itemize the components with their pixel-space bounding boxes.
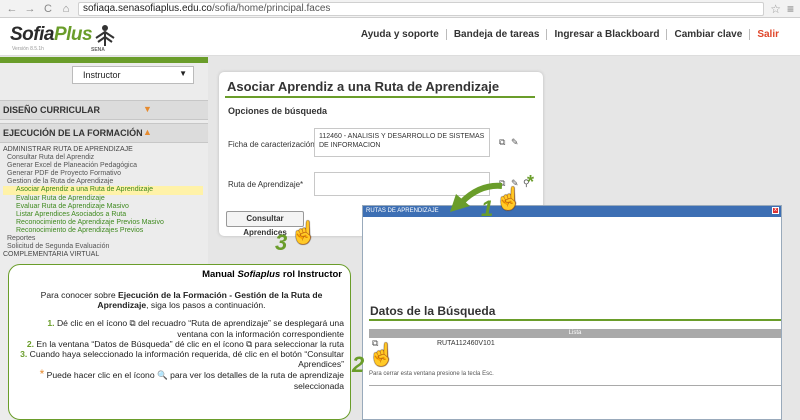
address-bar[interactable]: sofiaqa.senasofiaplus.edu.co /sofia/home… [78, 1, 765, 16]
clean-brush-icon[interactable]: ✎ [511, 137, 519, 148]
step-2-desc: En la ventana “Datos de Búsqueda” dé cli… [34, 338, 344, 349]
logo-main: Sofia [10, 24, 54, 45]
sidebar-item[interactable]: Solicitud de Segunda Evaluación [3, 243, 203, 251]
pointer-hand-icon: ☝ [290, 220, 318, 245]
step-3-desc: Cuando haya seleccionado la información … [27, 349, 344, 370]
pointer-hand-icon: ☝ [368, 342, 396, 367]
role-select[interactable]: Instructor ▼ [72, 66, 194, 84]
back-icon[interactable]: ← [6, 3, 18, 15]
url-path: /sofia/home/principal.faces [211, 3, 331, 14]
logo-plus: Plus [53, 24, 93, 45]
ficha-field[interactable]: 112460 - ANALISIS Y DESARROLLO DE SISTEM… [314, 128, 490, 157]
bookmark-star-icon[interactable]: ☆ [770, 2, 781, 16]
popup-title: RUTAS DE APRENDIZAJE [366, 208, 439, 214]
ruta-value: RUTA112460V101 [437, 340, 495, 347]
app-header: SofiaPlus Versión 8.5.1h SENA Ayuda y so… [0, 18, 800, 56]
top-menu: Ayuda y soporte Bandeja de tareas Ingres… [354, 29, 786, 40]
step-3-text: 3. Cuando haya seleccionado la informaci… [19, 349, 344, 369]
menu-bandeja[interactable]: Bandeja de tareas [445, 29, 547, 40]
table-row[interactable]: ⧉ RUTA112460V101 [369, 338, 781, 350]
section-ejecucion-label: EJECUCIÓN DE LA FORMACIÓN [3, 128, 143, 138]
sidebar-item[interactable]: Evaluar Ruta de Aprendizaje [3, 195, 203, 203]
role-select-value: Instructor [83, 70, 121, 80]
sidebar-item[interactable]: Generar PDF de Proyecto Formativo [3, 170, 203, 178]
sidebar-menu-list: ADMINISTRAR RUTA DE APRENDIZAJE Consultar… [3, 146, 203, 259]
ficha-label: Ficha de caracterización* [228, 140, 318, 149]
title-divider [225, 96, 535, 98]
asterisk-marker: * [527, 172, 535, 192]
sidebar-item[interactable]: Consultar Ruta del Aprendiz [3, 154, 203, 162]
popup-titlebar: RUTAS DE APRENDIZAJE x [363, 206, 781, 217]
home-icon[interactable]: ⌂ [60, 3, 72, 15]
step-1-marker: 1 [481, 196, 494, 221]
sena-logo-icon [95, 25, 115, 46]
note-desc: Puede hacer clic en el ícono 🔍 para ver … [44, 370, 344, 391]
sidebar-item[interactable]: Reportes [3, 235, 203, 243]
esc-note: Para cerrar esta ventana presione la tec… [369, 371, 494, 377]
sidebar-section-diseno[interactable]: DISEÑO CURRICULAR ▼ [0, 100, 208, 120]
menu-cambiar-clave[interactable]: Cambiar clave [666, 29, 749, 40]
step-2-marker: 2 [352, 352, 365, 377]
instruction-callout: Manual Sofiaplus rol Instructor Para con… [8, 264, 351, 420]
step-1-num: 1. [47, 318, 55, 329]
section-diseno-label: DISEÑO CURRICULAR [3, 105, 101, 115]
sidebar-item[interactable]: Reconocimiento de Aprendizaje Previos Ma… [3, 219, 203, 227]
step-3-marker: 3 [275, 230, 288, 255]
results-title: Datos de la Búsqueda [370, 304, 496, 318]
intro-text-end: , siga los pasos a continuación. [146, 300, 266, 311]
menu-salir[interactable]: Salir [749, 29, 786, 40]
sidebar-item[interactable]: Asociar Aprendiz a una Ruta de Aprendiza… [3, 186, 203, 195]
callout-title-suffix: rol Instructor [280, 269, 342, 280]
search-options-heading: Opciones de búsqueda [228, 106, 328, 116]
results-table-header: Lista [369, 329, 781, 338]
sidebar-section-ejecucion[interactable]: EJECUCIÓN DE LA FORMACIÓN ▲ [0, 123, 208, 143]
callout-title: Manual Sofiaplus rol Instructor [202, 269, 342, 280]
chevron-down-icon: ▼ [179, 69, 187, 78]
url-host: sofiaqa.senasofiaplus.edu.co [83, 3, 212, 14]
step-1-desc: Dé clic en el ícono ⧉ del recuadro “Ruta… [54, 318, 344, 339]
sena-label: SENA [91, 47, 105, 53]
popup-window-icon[interactable]: ⧉ [499, 137, 505, 148]
sidebar-item[interactable]: Reconocimiento de Aprendizajes Previos [3, 227, 203, 235]
sidebar-item[interactable]: Listar Aprendices Asociados a Ruta [3, 211, 203, 219]
sidebar-item[interactable]: COMPLEMENTARIA VIRTUAL [3, 251, 203, 259]
note-text: * Puede hacer clic en el ícono 🔍 para ve… [19, 368, 344, 391]
step-1-text: 1. Dé clic en el ícono ⧉ del recuadro “R… [19, 318, 344, 338]
forward-icon[interactable]: → [24, 3, 36, 15]
menu-ayuda[interactable]: Ayuda y soporte [354, 29, 446, 40]
results-divider [369, 319, 781, 321]
ruta-label: Ruta de Aprendizaje* [228, 180, 304, 189]
intro-text: Para conocer sobre [40, 290, 118, 300]
sidebar-item[interactable]: Generar Excel de Planeación Pedagógica [3, 162, 203, 170]
pointer-hand-icon: ☝ [495, 186, 523, 211]
close-icon[interactable]: x [772, 207, 779, 214]
callout-title-em: Sofiaplus [237, 269, 281, 280]
callout-title-prefix: Manual [202, 269, 238, 280]
rutas-popup-window: RUTAS DE APRENDIZAJE x Datos de la Búsqu… [362, 205, 782, 420]
sidebar-item[interactable]: ADMINISTRAR RUTA DE APRENDIZAJE [3, 146, 203, 154]
table-bottom-line [369, 385, 781, 386]
callout-body: Para conocer sobre Ejecución de la Forma… [19, 290, 344, 391]
expand-arrow-icon: ▼ [143, 104, 152, 114]
sidebar-item[interactable]: Evaluar Ruta de Aprendizaje Masivo [3, 203, 203, 211]
sofiaplus-logo: SofiaPlus [10, 24, 93, 46]
browser-toolbar: ← → C ⌂ sofiaqa.senasofiaplus.edu.co /so… [0, 0, 800, 18]
step-2-num: 2. [26, 338, 35, 349]
sidebar-item[interactable]: Gestion de la Ruta de Aprendizaje [3, 178, 203, 186]
collapse-arrow-icon: ▲ [143, 127, 152, 137]
logo-version: Versión 8.5.1h [12, 46, 44, 52]
reload-icon[interactable]: C [42, 3, 54, 15]
browser-menu-icon[interactable]: ≡ [787, 2, 794, 16]
callout-intro: Para conocer sobre Ejecución de la Forma… [19, 290, 344, 310]
menu-blackboard[interactable]: Ingresar a Blackboard [546, 29, 666, 40]
step-2-text: 2. En la ventana “Datos de Búsqueda” dé … [19, 339, 344, 349]
page-title: Asociar Aprendiz a una Ruta de Aprendiza… [227, 79, 500, 94]
